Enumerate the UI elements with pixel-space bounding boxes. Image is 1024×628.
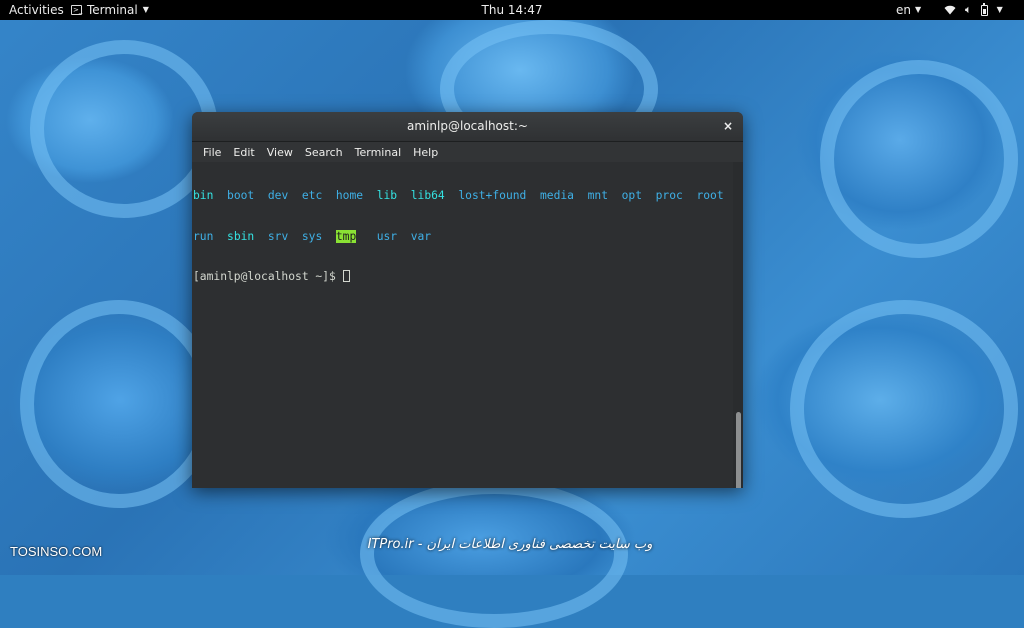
clock-container: Thu 14:47 bbox=[0, 0, 1024, 20]
dir-entry: bin bbox=[193, 189, 214, 202]
dir-entry: tmp bbox=[335, 229, 357, 243]
menu-search[interactable]: Search bbox=[299, 146, 349, 159]
chevron-down-icon: ▼ bbox=[142, 5, 149, 14]
volume-icon: 🔈︎ bbox=[965, 3, 972, 16]
wallpaper-ring bbox=[820, 60, 1018, 258]
prompt-line: [aminlp@localhost ~]$ bbox=[193, 270, 733, 284]
dir-entry: lib bbox=[376, 189, 398, 202]
dir-entry: proc bbox=[655, 189, 683, 202]
menu-help[interactable]: Help bbox=[407, 146, 444, 159]
chevron-down-icon: ▼ bbox=[996, 5, 1003, 14]
window-titlebar[interactable]: aminlp@localhost:~ × bbox=[192, 112, 743, 142]
dir-entry: boot bbox=[227, 189, 255, 202]
shell-prompt: [aminlp@localhost ~]$ bbox=[193, 270, 343, 283]
menu-terminal[interactable]: Terminal bbox=[349, 146, 408, 159]
terminal-icon: >_ bbox=[71, 5, 83, 15]
activities-button[interactable]: Activities bbox=[9, 0, 64, 20]
text-cursor bbox=[342, 270, 350, 282]
dir-entry: usr bbox=[376, 229, 398, 243]
watermark-center: ITPro.ir - وب سایت تخصصی فناوری اطلاعات … bbox=[367, 537, 653, 552]
dir-entry: root bbox=[696, 189, 724, 202]
dir-entry: etc bbox=[301, 189, 323, 202]
wallpaper-ring bbox=[790, 300, 1018, 518]
close-button[interactable]: × bbox=[721, 119, 735, 133]
clock[interactable]: Thu 14:47 bbox=[482, 3, 543, 17]
dir-entry: mnt bbox=[587, 189, 608, 202]
terminal-window: aminlp@localhost:~ × File Edit View Sear… bbox=[192, 112, 743, 488]
dir-entry: run bbox=[193, 229, 214, 243]
menu-edit[interactable]: Edit bbox=[227, 146, 260, 159]
language-label: en bbox=[896, 3, 911, 17]
menu-bar: File Edit View Search Terminal Help bbox=[192, 142, 743, 162]
dir-entry: srv bbox=[267, 229, 289, 243]
app-menu-label: Terminal bbox=[87, 3, 138, 17]
ls-output-line: run sbin srv sys tmp usr var bbox=[193, 229, 733, 244]
terminal-output[interactable]: bin boot dev etc home lib lib64 lost+fou… bbox=[192, 162, 733, 488]
wallpaper-ring bbox=[20, 300, 218, 508]
close-icon: × bbox=[722, 119, 734, 133]
menu-view[interactable]: View bbox=[261, 146, 299, 159]
dir-entry: dev bbox=[267, 189, 289, 202]
system-status-menu[interactable]: 🔈︎ ▼ bbox=[944, 0, 1003, 20]
terminal-scrollbar[interactable] bbox=[733, 162, 743, 488]
window-title: aminlp@localhost:~ bbox=[407, 119, 528, 133]
watermark-left: TOSINSO.COM bbox=[10, 544, 103, 559]
dir-entry: sbin bbox=[227, 229, 255, 243]
menu-file[interactable]: File bbox=[197, 146, 227, 159]
top-panel: Activities >_ Terminal ▼ Thu 14:47 en ▼ … bbox=[0, 0, 1024, 20]
battery-icon bbox=[980, 2, 988, 16]
ls-output-line: bin boot dev etc home lib lib64 lost+fou… bbox=[193, 189, 733, 203]
scrollbar-thumb[interactable] bbox=[736, 412, 741, 488]
dir-entry: home bbox=[335, 189, 364, 202]
wallpaper-ring bbox=[360, 480, 628, 628]
dir-entry: var bbox=[410, 229, 432, 243]
wallpaper-ring bbox=[30, 40, 218, 218]
dir-entry: media bbox=[539, 189, 574, 202]
dir-entry: lost+found bbox=[458, 189, 527, 202]
wifi-icon bbox=[944, 5, 956, 15]
app-menu[interactable]: >_ Terminal ▼ bbox=[71, 0, 149, 20]
keyboard-layout-menu[interactable]: en ▼ bbox=[896, 0, 921, 20]
dir-entry: opt bbox=[621, 189, 643, 202]
dir-entry: lib64 bbox=[410, 189, 445, 202]
dir-entry: sys bbox=[301, 229, 323, 243]
chevron-down-icon: ▼ bbox=[915, 5, 922, 14]
